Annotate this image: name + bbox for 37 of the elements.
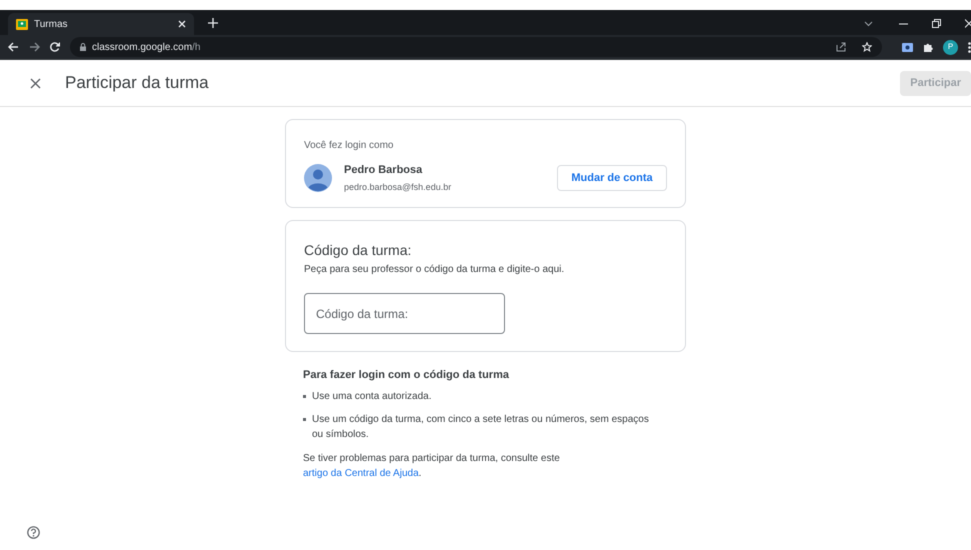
signed-in-caption: Você fez login como xyxy=(304,139,394,153)
class-code-field[interactable]: Código da turma: xyxy=(304,293,505,334)
forward-arrow-icon[interactable] xyxy=(29,42,40,52)
address-bar[interactable]: classroom.google.com/h xyxy=(70,37,882,57)
lock-icon xyxy=(80,43,86,51)
url-text: classroom.google.com/h xyxy=(92,40,200,54)
close-icon[interactable] xyxy=(30,78,41,88)
help-text: Se tiver problemas para participar da turma, consulte este artigo da Central de Ajuda. xyxy=(303,452,561,480)
instructions-heading: Para fazer login com o código da turma xyxy=(303,368,510,383)
star-icon[interactable] xyxy=(862,42,872,52)
minimize-icon[interactable] xyxy=(899,23,908,25)
instruction-item: Use uma conta autorizada. xyxy=(312,390,433,404)
page-title: Participar da turma xyxy=(65,72,209,94)
extension-icon[interactable] xyxy=(902,42,913,52)
browser-tab[interactable]: Turmas xyxy=(8,13,194,35)
classroom-icon xyxy=(16,18,28,30)
account-email: pedro.barbosa@fsh.edu.br xyxy=(344,180,452,194)
share-icon[interactable] xyxy=(836,42,846,52)
switch-account-button[interactable]: Mudar de conta xyxy=(557,165,667,191)
new-tab-icon[interactable] xyxy=(208,18,218,28)
restore-icon[interactable] xyxy=(932,19,941,28)
class-code-hint: Peça para seu professor o código da turma e digite-o aqui. xyxy=(304,263,566,277)
back-arrow-icon[interactable] xyxy=(8,42,19,52)
bullet-icon xyxy=(303,394,306,398)
more-vertical-icon[interactable] xyxy=(968,42,971,52)
help-article-link[interactable]: artigo da Central de Ajuda xyxy=(303,468,419,478)
bullet-icon xyxy=(303,418,306,420)
reload-icon[interactable] xyxy=(50,42,60,52)
chevron-down-icon[interactable] xyxy=(864,21,873,27)
tab-title: Turmas xyxy=(34,18,69,32)
puzzle-icon[interactable] xyxy=(923,42,933,52)
instruction-item: Use um código da turma, com cinco a sete letras ou números, sem espaços ou símbolos. xyxy=(312,412,650,442)
profile-avatar[interactable]: P xyxy=(943,40,958,54)
avatar-icon xyxy=(304,164,332,192)
help-icon[interactable] xyxy=(27,526,40,539)
account-name: Pedro Barbosa xyxy=(344,163,424,178)
class-code-title: Código da turma: xyxy=(304,241,412,260)
